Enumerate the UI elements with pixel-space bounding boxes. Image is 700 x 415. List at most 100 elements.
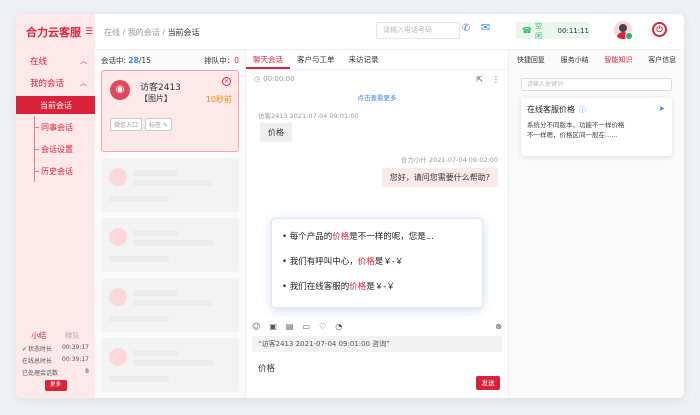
suggestion-text: 是不一样的呢，您是... xyxy=(349,232,434,242)
more-icon[interactable]: ⋮ xyxy=(492,75,500,84)
more-button[interactable]: 更多 xyxy=(44,380,67,391)
suggestion-popup: • 每个产品的价格是不一样的呢，您是... • 我们有呼叫中心，价格是￥-￥ •… xyxy=(271,218,483,308)
summary-row: 在线总时长 00:39:17 xyxy=(16,356,95,365)
in-session-total: /15 xyxy=(138,55,151,65)
tab-customer-info[interactable]: 客户信息 xyxy=(648,50,676,70)
quoted-message: “访客2413 2021-07-04 09:01:00 咨询” xyxy=(252,336,502,352)
phone-icon[interactable]: ✆ xyxy=(462,23,470,34)
tab-quick-reply[interactable]: 快捷回复 xyxy=(517,50,545,70)
suggestion-keyword: 价格 xyxy=(332,232,350,242)
knowledge-title: 在线客服价格 xyxy=(527,105,575,114)
export-icon[interactable]: ⇱ xyxy=(476,75,483,84)
keyword-search-input[interactable]: 请输入关键词 xyxy=(521,78,672,91)
summary-value: 8 xyxy=(85,368,89,375)
tab-service-summary[interactable]: 服务小结 xyxy=(561,50,589,70)
sidebar-item-online[interactable]: 在线 ︿ xyxy=(16,50,95,72)
history-icon[interactable]: ◔ xyxy=(335,322,342,331)
phone-input[interactable]: 请输入电话号码 xyxy=(376,22,460,39)
heart-icon[interactable]: ♡ xyxy=(319,322,326,331)
check-icon: ✔ xyxy=(22,346,28,353)
tab-visits[interactable]: 来访记录 xyxy=(342,50,386,69)
suggestion-item[interactable]: • 每个产品的价格是不一样的呢，您是... xyxy=(282,225,472,250)
suggestion-keyword: 价格 xyxy=(349,282,367,292)
input-toolbar: ☺ ▣ ▤ ▭ ♡ ◔ ⊗ xyxy=(252,322,502,331)
queue-count: 0 xyxy=(234,55,239,65)
brand: 合力云客服 ☰ xyxy=(16,14,95,50)
status-label: 空闲 xyxy=(534,21,542,40)
wechat-icon: ◉ xyxy=(110,80,130,100)
chat-panel: 聊天会话 客户与工单 来访记录 ◷ 00:00:00 ⇱ ⋮ 点击查看更多 访客2… xyxy=(246,50,508,398)
suggestion-keyword: 价格 xyxy=(357,257,375,267)
status-timer: 00:11:11 xyxy=(557,26,589,35)
summary-value: 00:39:17 xyxy=(62,356,89,363)
conversation-card-active[interactable]: ◉ 访客2413 【图片】 × 10秒前 微信入口 标签 ✎ xyxy=(101,70,239,152)
summary-row: 已处理会话数 8 xyxy=(16,368,95,377)
right-tabs: 快捷回复 服务小结 智能知识 客户信息 xyxy=(509,50,684,70)
online-badge xyxy=(625,32,633,40)
suggestion-text: 是￥-￥ xyxy=(374,257,404,267)
send-button[interactable]: 发送 xyxy=(476,376,500,390)
tab-summary[interactable]: 小结 xyxy=(31,330,46,341)
suggestion-item[interactable]: • 我们在线客服的价格是￥-￥ xyxy=(282,275,472,300)
load-more-link[interactable]: 点击查看更多 xyxy=(246,92,508,102)
mail-icon[interactable]: ✉ xyxy=(481,21,490,34)
breadcrumb-item[interactable]: 在线 xyxy=(104,28,120,37)
sidebar-item-current[interactable]: 当前会话 xyxy=(16,96,95,114)
suggestion-text: 我们有呼叫中心， xyxy=(289,257,358,267)
summary-value: 00:39:17 xyxy=(62,344,89,351)
power-icon[interactable]: ⏻ xyxy=(652,22,667,37)
sidebar-item-settings[interactable]: 会话设置 xyxy=(34,138,95,160)
close-icon[interactable]: × xyxy=(222,77,231,86)
chat-topbar: ◷ 00:00:00 ⇱ ⋮ xyxy=(246,70,508,88)
summary-label: 已处理会话数 xyxy=(22,370,59,377)
conversation-counts: 会话中: 28/15 排队中：0 xyxy=(95,50,245,70)
close-quote-icon[interactable]: ⊗ xyxy=(495,322,502,331)
sidebar-item-history[interactable]: 历史会话 xyxy=(34,160,95,182)
file-icon[interactable]: ▤ xyxy=(286,322,294,331)
emoji-icon[interactable]: ☺ xyxy=(252,322,260,331)
tag-label[interactable]: 标签 ✎ xyxy=(145,118,172,131)
knowledge-card[interactable]: 在线客服价格 ⓘ ➤ 系统分不同版本，功能不一样价格 不一样嗯，价格区间一般在..… xyxy=(521,98,672,156)
breadcrumb: 在线 / 我的会话 / 当前会话 xyxy=(104,28,200,37)
suggestion-item[interactable]: • 我们有呼叫中心，价格是￥-￥ xyxy=(282,250,472,275)
breadcrumb-item[interactable]: 我的会话 xyxy=(128,28,160,37)
suggestion-text: 我们在线客服的 xyxy=(289,282,350,292)
visitor-name: 访客2413 xyxy=(140,83,181,93)
knowledge-body: 系统分不同版本，功能不一样价格 xyxy=(527,121,625,129)
breadcrumb-current: 当前会话 xyxy=(167,28,200,37)
sidebar-item-label: 在线 xyxy=(30,57,48,67)
clock-icon: ◷ xyxy=(254,75,261,83)
sidebar-item-label: 我的会话 xyxy=(30,79,65,89)
chat-tabs: 聊天会话 客户与工单 来访记录 xyxy=(246,50,508,70)
in-session-label: 会话中: xyxy=(101,55,127,65)
summary-panel: 小结 排队 ✔状态时长 00:39:17 在线总时长 00:39:17 已处理会… xyxy=(16,330,95,391)
image-icon[interactable]: ▣ xyxy=(269,322,277,331)
tag-source: 微信入口 xyxy=(110,118,143,131)
agent-message: 您好，请问您需要什么帮助? xyxy=(381,168,498,187)
sidebar-item-colleague[interactable]: 同事会话 xyxy=(34,116,95,138)
tab-queue[interactable]: 排队 xyxy=(65,330,80,341)
tab-smart-knowledge[interactable]: 智能知识 xyxy=(604,50,632,70)
sidebar-item-my-conversations[interactable]: 我的会话 ︿ xyxy=(16,72,95,94)
knowledge-body: 不一样嗯，价格区间一般在...... xyxy=(527,131,618,139)
tab-chat[interactable]: 聊天会话 xyxy=(246,50,290,69)
placeholder-card xyxy=(101,338,239,392)
message-meta: 合力小什 2021-07-04 09:02:00 xyxy=(400,156,498,164)
placeholder-card xyxy=(101,158,239,212)
summary-label: 状态时长 xyxy=(28,346,53,353)
status-selector[interactable]: ☎ 空闲 00:11:11 xyxy=(516,21,589,40)
sidebar-subitems: 同事会话 会话设置 历史会话 xyxy=(34,116,95,182)
send-icon[interactable]: ➤ xyxy=(658,104,665,113)
summary-label: 在线总时长 xyxy=(22,358,53,365)
message-input[interactable]: 价格 xyxy=(258,362,275,374)
message-time: 10秒前 xyxy=(205,95,232,104)
folder-icon[interactable]: ▭ xyxy=(302,322,310,331)
menu-icon[interactable]: ☰ xyxy=(85,27,93,37)
app-window: 合力云客服 ☰ 在线 ︿ 我的会话 ︿ 当前会话 同事会话 会话设置 历史会话 … xyxy=(16,14,684,398)
edit-icon: ✎ xyxy=(162,122,168,129)
suggestion-text: 是￥-￥ xyxy=(366,282,395,292)
message-meta: 访客2413 2021-07-04 09:01:00 xyxy=(258,112,359,120)
chevron-up-icon: ︿ xyxy=(80,79,87,87)
chat-duration: 00:00:00 xyxy=(263,75,295,83)
tab-customer[interactable]: 客户与工单 xyxy=(290,50,342,69)
